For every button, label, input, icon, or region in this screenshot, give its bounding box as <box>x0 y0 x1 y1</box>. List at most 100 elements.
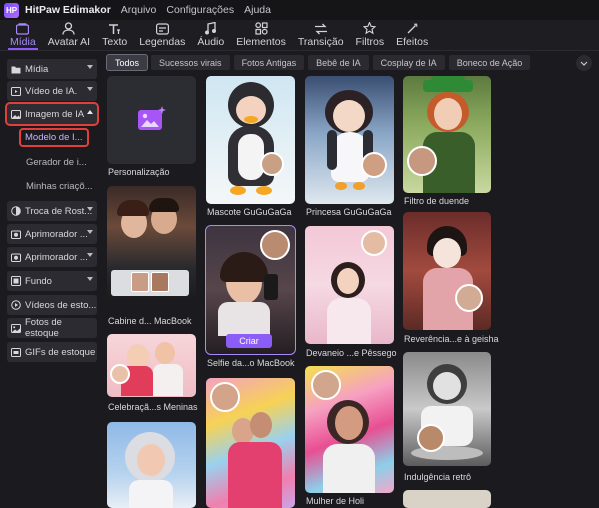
template-card-mascote-guguga[interactable]: Mascote GuGuGaGa <box>206 76 295 218</box>
sidebar-subitem-minhas-criacoes[interactable]: Minhas criaçõ... <box>26 181 93 192</box>
title-bar: HP HitPaw Edimakor Arquivo Configurações… <box>0 0 599 20</box>
chevron-down-icon <box>580 57 588 69</box>
sidebar-item-aprimorador-2[interactable]: Aprimorador ... <box>7 247 97 267</box>
sidebar-item-label: Vídeos de esto... <box>25 299 97 311</box>
card-thumbnail <box>206 378 295 508</box>
menu-ajuda[interactable]: Ajuda <box>244 4 271 16</box>
sidebar-item-label: Mídia <box>25 63 49 75</box>
template-card-indulgencia-retro[interactable]: Indulgência retrô <box>403 352 492 484</box>
card-label: Celebraçã...s Meninas <box>108 402 198 412</box>
text-icon <box>108 22 122 35</box>
card-label: Reverência...e à geisha <box>404 334 499 344</box>
card-thumbnail <box>107 334 196 397</box>
card-thumbnail <box>107 186 196 302</box>
sidebar-item-label: Aprimorador ... <box>25 228 88 240</box>
enhance-icon <box>11 229 21 239</box>
chip-boneco-acao[interactable]: Boneco de Ação <box>448 55 531 70</box>
sidebar-item-videos-estoque[interactable]: Vídeos de esto... <box>7 295 97 315</box>
main-toolbar: Mídia Avatar AI Texto Legendas Áudio Ele… <box>0 20 599 51</box>
tab-label: Efeitos <box>396 36 429 48</box>
sidebar-item-imagem-ia[interactable]: Imagem de IA <box>5 102 99 126</box>
expand-chips-button[interactable] <box>576 55 592 71</box>
effects-icon <box>405 22 419 35</box>
chevron-down-icon <box>87 65 93 69</box>
sidebar-item-label: GIFs de estoque <box>25 346 96 358</box>
tab-audio[interactable]: Áudio <box>191 20 230 50</box>
custom-image-icon <box>136 105 168 136</box>
template-card-personalizacao[interactable]: Personalização <box>107 76 196 177</box>
template-card-reverencia-geisha[interactable]: Reverência...e à geisha <box>403 212 499 356</box>
tab-label: Avatar AI <box>47 36 91 48</box>
template-card-holi-couple[interactable] <box>206 378 295 508</box>
card-label: Mascote GuGuGaGa <box>207 207 292 217</box>
chevron-up-icon <box>87 110 93 114</box>
chevron-down-icon <box>87 87 93 91</box>
tab-efeitos[interactable]: Efeitos <box>390 20 434 50</box>
chevron-down-icon <box>87 207 93 211</box>
tab-midia[interactable]: Mídia <box>4 20 42 50</box>
template-card-selfie-macbook[interactable]: Criar Selfie da...o MacBook <box>205 225 296 374</box>
menu-configuracoes[interactable]: Configurações <box>166 4 234 16</box>
chip-cosplay-ia[interactable]: Cosplay de IA <box>372 55 445 70</box>
card-label: Devaneio ...e Pêssego <box>306 348 397 358</box>
template-card-celebracao-meninas[interactable]: Celebraçã...s Meninas <box>107 334 198 414</box>
sidebar-subitem-gerador[interactable]: Gerador de i... <box>26 157 87 168</box>
sidebar-item-aprimorador-1[interactable]: Aprimorador ... <box>7 224 97 244</box>
chip-fotos-antigas[interactable]: Fotos Antigas <box>233 55 305 70</box>
card-thumbnail <box>305 366 394 493</box>
chip-bebe-ia[interactable]: Bebê de IA <box>308 55 369 70</box>
chip-sucessos-virais[interactable]: Sucessos virais <box>151 55 230 70</box>
chevron-down-icon <box>87 277 93 281</box>
sidebar-item-label: Fotos de estoque <box>25 317 62 339</box>
app-logo: HP <box>4 2 19 18</box>
chevron-down-icon <box>87 253 93 257</box>
card-thumbnail <box>403 490 491 508</box>
card-label: Indulgência retrô <box>404 472 472 482</box>
card-thumbnail <box>305 226 394 344</box>
template-card-mulher-holi[interactable]: Mulher de Holi <box>305 366 394 508</box>
card-label: Princesa GuGuGaGa <box>306 207 392 217</box>
sidebar-item-label: Troca de Rost... <box>25 205 93 217</box>
tab-label: Áudio <box>197 36 225 48</box>
card-thumbnail <box>206 76 295 204</box>
card-thumbnail <box>107 76 196 164</box>
tab-avatar-ai[interactable]: Avatar AI <box>42 20 96 50</box>
menu-arquivo[interactable]: Arquivo <box>121 4 157 16</box>
sidebar-item-fotos-estoque[interactable]: Fotos de estoque <box>7 317 97 339</box>
tab-label: Mídia <box>10 36 36 48</box>
sidebar-item-fundo[interactable]: Fundo <box>7 271 97 291</box>
sidebar-item-label: Aprimorador ... <box>25 251 88 263</box>
tab-texto[interactable]: Texto <box>96 20 133 50</box>
app-title: HitPaw Edimakor <box>25 4 111 16</box>
template-card-princesa-guguga[interactable]: Princesa GuGuGaGa <box>305 76 394 218</box>
tab-legendas[interactable]: Legendas <box>133 20 191 50</box>
sidebar-item-label: Fundo <box>25 275 52 287</box>
template-card-cabine-macbook[interactable]: Cabine d... MacBook <box>107 186 196 326</box>
avatar-icon <box>62 22 76 35</box>
template-card-devaneio-pessego[interactable]: Devaneio ...e Pêssego <box>305 226 397 366</box>
enhance-icon <box>11 252 21 262</box>
chip-todos[interactable]: Todos <box>105 54 149 71</box>
template-card-filtro-duende[interactable]: Filtro de duende <box>403 76 492 206</box>
tab-filtros[interactable]: Filtros <box>350 20 391 50</box>
sidebar-item-gifs-estoque[interactable]: GIFs de estoque <box>7 342 97 362</box>
tab-transicao[interactable]: Transição <box>292 20 350 50</box>
transition-icon <box>314 22 328 35</box>
card-thumbnail <box>403 212 491 330</box>
card-label: Cabine d... MacBook <box>108 316 192 326</box>
sidebar-subitem-modelo[interactable]: Modelo de I... <box>19 128 89 147</box>
template-card-next[interactable] <box>403 490 492 508</box>
template-card-silver-hair[interactable] <box>107 422 196 508</box>
sidebar-item-troca-rosto[interactable]: Troca de Rost... <box>7 201 97 221</box>
elements-icon <box>254 22 268 35</box>
audio-icon <box>204 22 218 35</box>
tab-elementos[interactable]: Elementos <box>230 20 292 50</box>
filter-chips: Todos Sucessos virais Fotos Antigas Bebê… <box>105 54 577 71</box>
tab-label: Transição <box>297 36 344 48</box>
sidebar-item-midia[interactable]: Mídia <box>7 59 97 79</box>
sidebar-item-video-ia[interactable]: Vídeo de IA. <box>7 81 97 101</box>
gif-icon <box>11 347 21 357</box>
criar-button[interactable]: Criar <box>226 334 272 348</box>
card-label: Mulher de Holi <box>306 496 365 506</box>
card-label: Personalização <box>108 167 170 177</box>
